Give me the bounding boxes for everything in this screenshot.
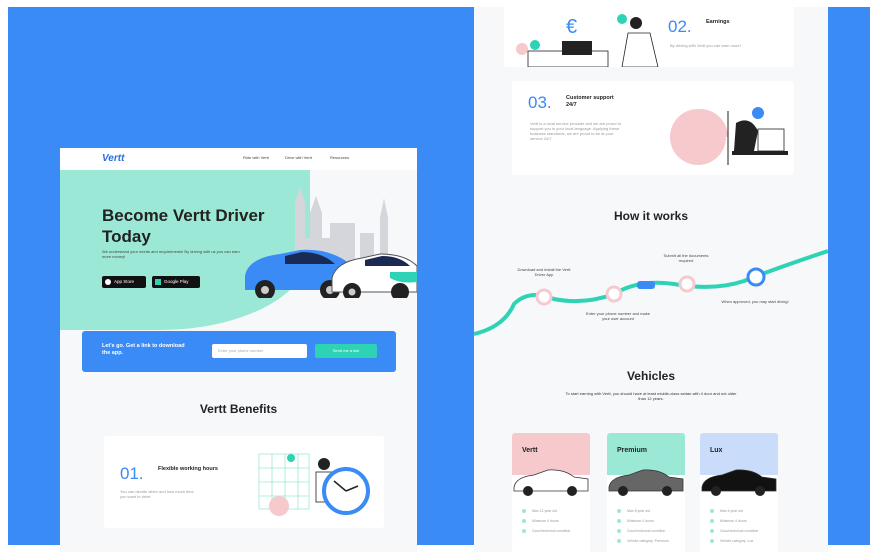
vertt-logo[interactable]: Vertt <box>102 153 124 164</box>
vehicle-card-lux[interactable]: Lux Max 6 year old Minimum 4 doors Good tec… <box>700 433 778 552</box>
google-play-button[interactable]: Google Play <box>152 276 200 288</box>
benefit-title: Flexible working hours <box>158 466 218 472</box>
check-icon <box>617 509 621 514</box>
check-icon <box>617 529 621 534</box>
earnings-title: Earnings <box>706 19 730 25</box>
vehicle-requirement: Max 12 year old <box>522 509 557 514</box>
benefit-desc: You can decide when and how much time yo… <box>120 489 194 499</box>
benefit-card-flexible: 01. Flexible working hours You can decid… <box>104 436 384 528</box>
vehicle-requirement: Vehicle category: Premium <box>617 539 669 544</box>
benefit-card-earnings: € 02. Earnings By driving with Vertt you… <box>504 7 794 67</box>
app-store-button[interactable]: App Store <box>102 276 146 288</box>
check-icon <box>522 529 526 534</box>
screenshot-stage: Vertt Ride with Vertt Drive with Vertt R… <box>0 0 874 552</box>
requirement-text: Max 8 year old <box>627 509 650 513</box>
car-illustration <box>701 469 777 496</box>
send-link-button[interactable]: Send me a link <box>315 344 377 358</box>
process-path-line <box>474 249 828 336</box>
vehicle-requirement: Vehicle category: Lux <box>710 539 754 544</box>
step-1: Download and install the Vertt Driver Ap… <box>517 267 571 277</box>
requirement-text: Good technical condition <box>720 529 759 533</box>
car-illustration <box>608 469 684 496</box>
top-nav: Vertt Ride with Vertt Drive with Vertt R… <box>60 148 417 170</box>
benefit-number: 01. <box>120 464 144 483</box>
vehicle-requirement: Minimum 4 doors <box>617 519 654 524</box>
vehicle-requirement: Minimum 4 doors <box>522 519 559 524</box>
vehicle-card-premium[interactable]: Premium Max 8 year old Minimum 4 doors Good… <box>607 433 685 552</box>
step-4: When approved, you may start diving! <box>721 299 789 304</box>
benefit-card-support: 03. Customer support 24/7 Vertt is a loc… <box>512 81 794 175</box>
vehicle-requirement: Good technical condition <box>617 529 666 534</box>
requirement-text: Minimum 4 doors <box>532 519 559 523</box>
requirement-text: Max 6 year old <box>720 509 743 513</box>
nav-link-ride[interactable]: Ride with Vertt <box>243 155 269 160</box>
benefits-heading: Vertt Benefits <box>199 402 278 416</box>
support-agent-illustration <box>670 107 788 165</box>
vehicle-requirement: Max 8 year old <box>617 509 650 514</box>
check-icon <box>710 509 714 514</box>
support-title: Customer support 24/7 <box>566 95 614 108</box>
requirement-text: Good technical condition <box>627 529 666 533</box>
app-store-label: App Store <box>114 279 135 284</box>
step-2: Enter your phone number and make your us… <box>585 311 651 321</box>
hero-subtitle: We understand your needs and requirement… <box>102 249 240 259</box>
vehicle-name: Premium <box>617 447 647 454</box>
vehicle-requirement: Minimum 4 doors <box>710 519 747 524</box>
check-icon <box>617 519 621 524</box>
car-illustration <box>513 469 589 496</box>
how-it-works-heading: How it works <box>613 209 688 223</box>
requirement-text: Minimum 4 doors <box>627 519 654 523</box>
vehicle-name: Vertt <box>522 447 538 454</box>
download-cta-banner: Let's go. Get a link to download the app… <box>82 331 396 372</box>
vehicle-requirement: Good technical condition <box>522 529 571 534</box>
requirement-text: Good technical condition <box>532 529 571 533</box>
landing-page-right: € 02. Earnings By driving with Vertt you… <box>474 7 828 552</box>
vehicle-requirement: Good technical condition <box>710 529 759 534</box>
landing-page-left: Vertt Ride with Vertt Drive with Vertt R… <box>60 148 417 552</box>
cta-text: Let's go. Get a link to download the app… <box>102 343 185 356</box>
check-icon <box>617 539 621 544</box>
check-icon <box>710 519 714 524</box>
nav-link-resources[interactable]: Resources <box>330 155 349 160</box>
check-icon <box>522 509 526 514</box>
hero-title: Become Vertt Driver Today <box>102 206 265 246</box>
support-desc: Vertt is a local service provider and we… <box>530 121 621 141</box>
vehicles-heading: Vehicles <box>626 369 676 383</box>
requirement-text: Max 12 year old <box>532 509 557 513</box>
vehicle-card-vertt[interactable]: Vertt Max 12 year old Minimum 4 doors Good … <box>512 433 590 552</box>
requirement-text: Minimum 4 doors <box>720 519 747 523</box>
euro-bag-illustration: € <box>516 14 659 67</box>
google-play-label: Google Play <box>164 279 189 284</box>
check-icon <box>710 539 714 544</box>
earnings-desc: By driving with Vertt you can earn more! <box>670 43 741 48</box>
check-icon <box>710 529 714 534</box>
vehicle-requirement: Max 6 year old <box>710 509 743 514</box>
requirement-text: Vehicle category: Lux <box>720 539 754 543</box>
svg-text:€: € <box>566 16 577 38</box>
phone-input[interactable]: Enter your phone number <box>212 344 307 358</box>
apple-icon <box>105 279 111 285</box>
check-icon <box>522 519 526 524</box>
support-number: 03. <box>528 93 552 112</box>
nav-link-drive[interactable]: Drive with Vertt <box>285 155 312 160</box>
play-icon <box>155 279 161 285</box>
requirement-text: Vehicle category: Premium <box>627 539 669 543</box>
earnings-number: 02. <box>668 17 692 36</box>
step-3: Submit all the documents required <box>663 253 709 263</box>
clock-calendar-illustration <box>258 453 370 516</box>
vehicles-subtitle: To start earning with Vertt, you should … <box>565 391 737 401</box>
vehicle-name: Lux <box>710 447 723 454</box>
